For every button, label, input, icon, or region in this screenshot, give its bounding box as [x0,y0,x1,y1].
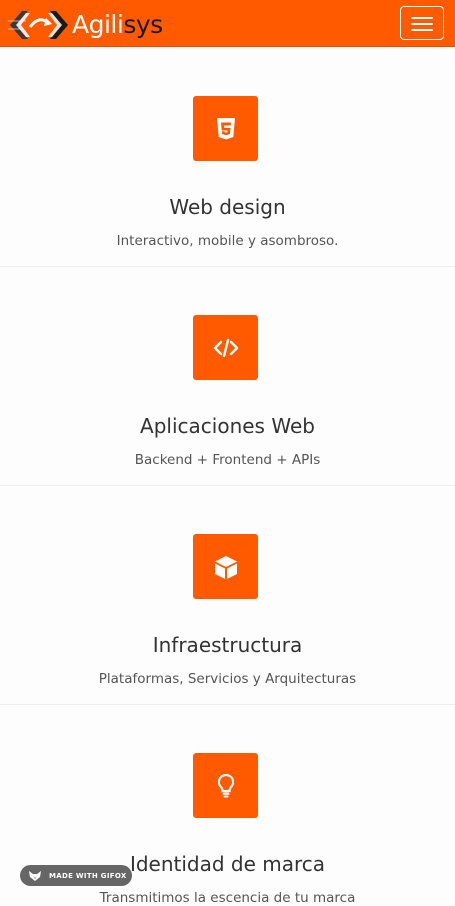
top-navbar: Agilisys [0,0,455,47]
code-icon [213,338,238,357]
brand-name-part1: Agili [72,10,124,39]
badge-label: MADE WITH GIFOX [49,871,127,880]
service-description: Interactivo, mobile y asombroso. [116,233,339,249]
service-icon-box [193,534,258,599]
service-description: Backend + Frontend + APIs [134,452,321,468]
service-item-web-apps: Aplicaciones Web Backend + Frontend + AP… [0,267,455,486]
html5-icon [216,117,235,139]
lightbulb-icon [217,773,234,797]
menu-toggle-button[interactable] [400,6,444,40]
service-icon-box [193,753,258,818]
service-title: Aplicaciones Web [140,414,315,438]
service-title: Infraestructura [152,633,303,657]
fox-icon [29,870,41,881]
brand-name: Agilisys [72,5,163,45]
service-description: Transmitimos la escencia de tu marca [99,890,356,906]
service-description: Plataformas, Servicios y Arquitecturas [98,671,357,687]
services-list: Web design Interactivo, mobile y asombro… [0,48,455,906]
hamburger-menu-icon [411,17,433,19]
service-item-infrastructure: Infraestructura Plataformas, Servicios y… [0,486,455,705]
service-title: Web design [169,195,286,219]
hamburger-menu-icon [411,23,433,25]
service-item-web-design: Web design Interactivo, mobile y asombro… [0,48,455,267]
agilisys-logo-icon [8,11,68,39]
brand-name-part2: sys [123,10,163,39]
hamburger-menu-icon [411,29,433,31]
cube-icon [214,555,237,579]
made-with-gifox-badge: MADE WITH GIFOX [20,865,132,886]
service-icon-box [193,96,258,161]
brand-logo-link[interactable]: Agilisys [8,5,163,45]
service-icon-box [193,315,258,380]
